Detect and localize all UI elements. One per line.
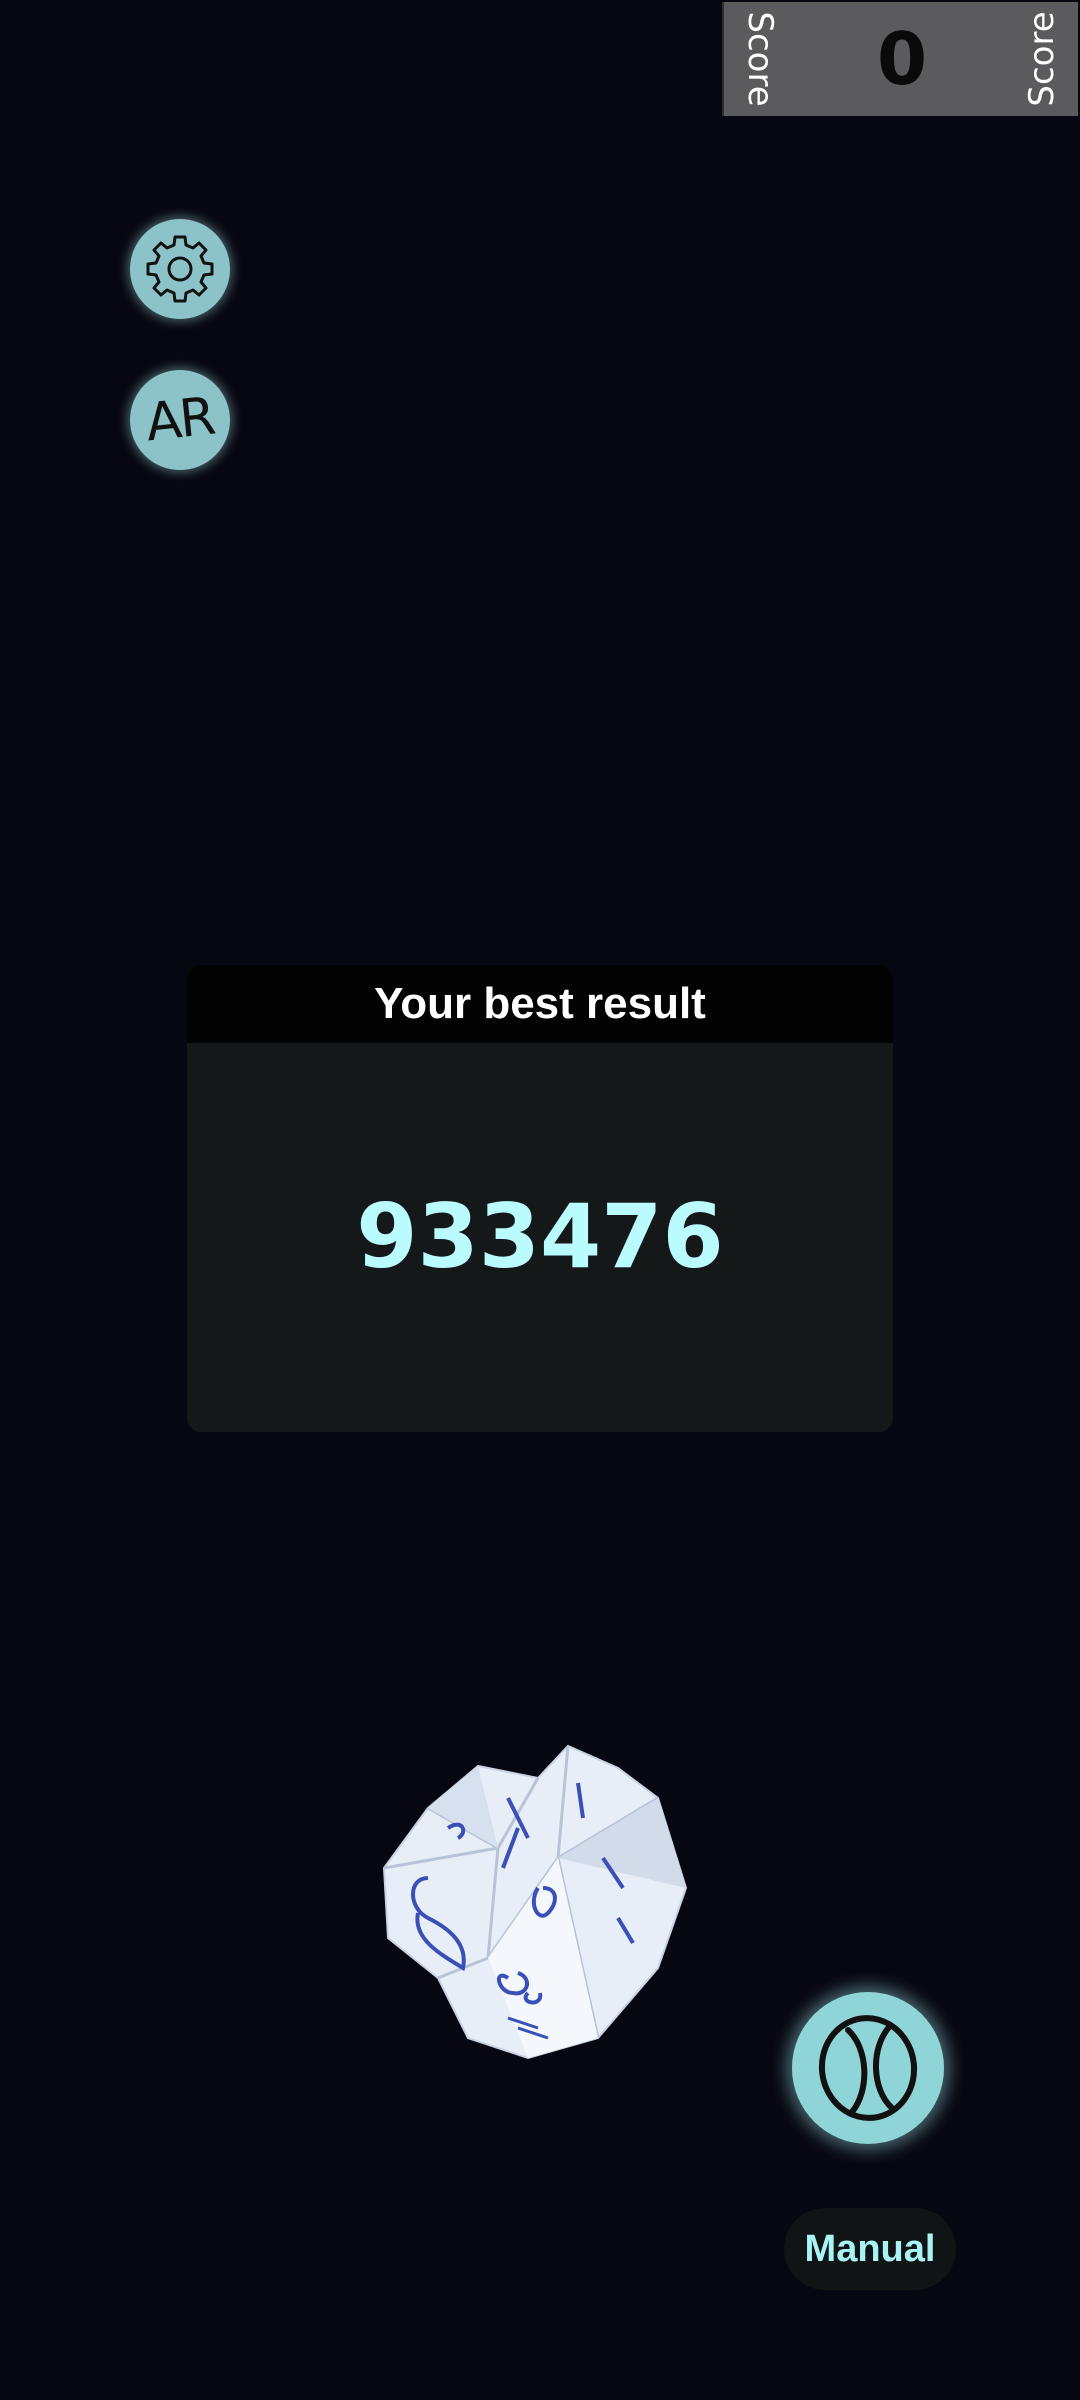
paper-ball-icon	[382, 1744, 688, 2060]
score-label-right: Score	[1022, 11, 1062, 107]
score-value: 0	[876, 17, 928, 101]
manual-button[interactable]: Manual	[784, 2208, 956, 2290]
ar-button-label: AR	[143, 386, 217, 454]
throw-button[interactable]	[792, 1992, 944, 2144]
best-result-value: 933476	[356, 1185, 724, 1288]
ball-icon	[818, 2015, 918, 2121]
best-result-panel: Your best result 933476	[187, 965, 893, 1432]
paper-ball[interactable]	[368, 1738, 698, 2068]
score-panel: Score 0 Score	[722, 2, 1078, 116]
score-label-left: Score	[740, 11, 780, 107]
best-result-title: Your best result	[187, 965, 893, 1043]
ar-button[interactable]: AR	[130, 370, 230, 470]
settings-button[interactable]	[130, 219, 230, 319]
gear-icon	[146, 235, 214, 303]
